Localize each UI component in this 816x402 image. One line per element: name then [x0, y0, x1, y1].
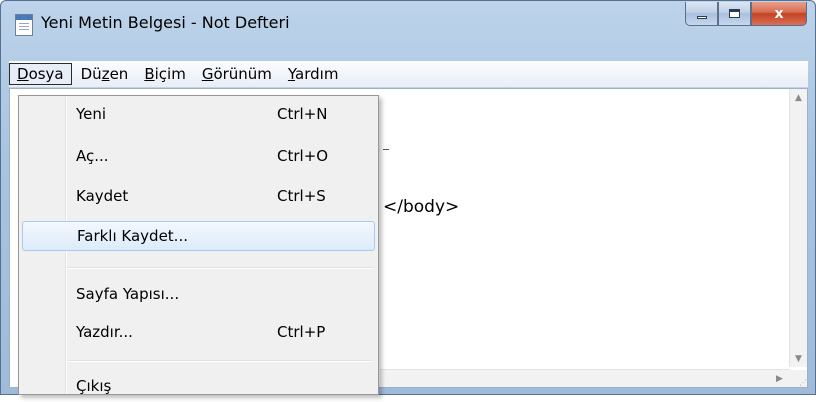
minimize-icon: [696, 16, 707, 19]
menu-item-shortcut: Ctrl+P: [277, 323, 326, 341]
menu-label: içim: [154, 65, 186, 83]
menu-gorunum[interactable]: Görünüm: [195, 63, 279, 85]
menu-label: osya: [28, 65, 64, 83]
window-title: Yeni Metin Belgesi - Not Defteri: [41, 13, 290, 32]
menu-yardim[interactable]: Yardım: [281, 63, 346, 85]
menu-bar: Dosya Düzen Biçim Görünüm Yardım: [9, 61, 808, 88]
text-fragment: [383, 149, 389, 150]
menu-label: Dü: [80, 65, 102, 83]
menu-bicim[interactable]: Biçim: [137, 63, 193, 85]
resize-grip-icon[interactable]: ⋰: [790, 370, 807, 387]
vertical-scrollbar[interactable]: ▲ ▼: [789, 89, 807, 367]
maximize-button[interactable]: [718, 2, 751, 26]
scroll-right-arrow-icon[interactable]: ▶: [771, 370, 788, 387]
menu-label: örünüm: [213, 65, 272, 83]
editor-content: </body>: [383, 197, 460, 217]
menu-dosya[interactable]: Dosya: [9, 63, 72, 85]
scroll-up-arrow-icon[interactable]: ▲: [790, 89, 807, 106]
maximize-icon: [729, 9, 740, 18]
minimize-button[interactable]: [685, 2, 718, 26]
menu-item-yazdir[interactable]: Yazdır... Ctrl+P: [22, 318, 375, 348]
menu-item-farkli-kaydet[interactable]: Farklı Kaydet...: [22, 221, 375, 251]
menu-label: en: [109, 65, 129, 83]
menu-item-yeni[interactable]: Yeni Ctrl+N: [22, 100, 375, 130]
menu-item-kaydet[interactable]: Kaydet Ctrl+S: [22, 182, 375, 212]
menu-separator: [67, 267, 373, 269]
file-menu-dropdown: Yeni Ctrl+N Aç... Ctrl+O Kaydet Ctrl+S F…: [18, 95, 379, 395]
menu-item-sayfa-yapisi[interactable]: Sayfa Yapısı...: [22, 280, 375, 310]
menu-item-label: Kaydet: [76, 187, 129, 205]
title-bar[interactable]: Yeni Metin Belgesi - Not Defteri x: [1, 1, 815, 57]
menu-access-key: z: [101, 65, 110, 83]
menu-access-key: G: [201, 65, 214, 83]
menu-separator: [67, 360, 373, 362]
menu-item-label: Sayfa Yapısı...: [76, 285, 180, 303]
menu-item-ac[interactable]: Aç... Ctrl+O: [22, 142, 375, 172]
menu-duzen[interactable]: Düzen: [74, 63, 136, 85]
menu-item-shortcut: Ctrl+N: [277, 105, 328, 123]
menu-item-shortcut: Ctrl+O: [277, 147, 329, 165]
menu-item-label: Yeni: [76, 105, 107, 123]
scroll-down-arrow-icon[interactable]: ▼: [790, 350, 807, 367]
menu-item-cikis[interactable]: Çıkış: [22, 372, 375, 402]
caption-buttons: x: [685, 2, 807, 26]
notepad-icon[interactable]: [15, 14, 33, 36]
menu-item-shortcut: Ctrl+S: [277, 187, 326, 205]
menu-item-label: Farklı Kaydet...: [77, 227, 188, 245]
menu-item-label: Yazdır...: [76, 323, 133, 341]
menu-access-key: Y: [287, 65, 296, 83]
menu-access-key: B: [144, 65, 155, 83]
menu-item-label: Aç...: [76, 147, 109, 165]
close-button[interactable]: x: [751, 2, 807, 26]
menu-access-key: D: [17, 65, 29, 83]
close-icon: x: [774, 5, 784, 22]
horizontal-scrollbar[interactable]: ▶: [380, 369, 790, 387]
menu-label: ardım: [295, 65, 339, 83]
menu-item-label: Çıkış: [76, 377, 112, 395]
